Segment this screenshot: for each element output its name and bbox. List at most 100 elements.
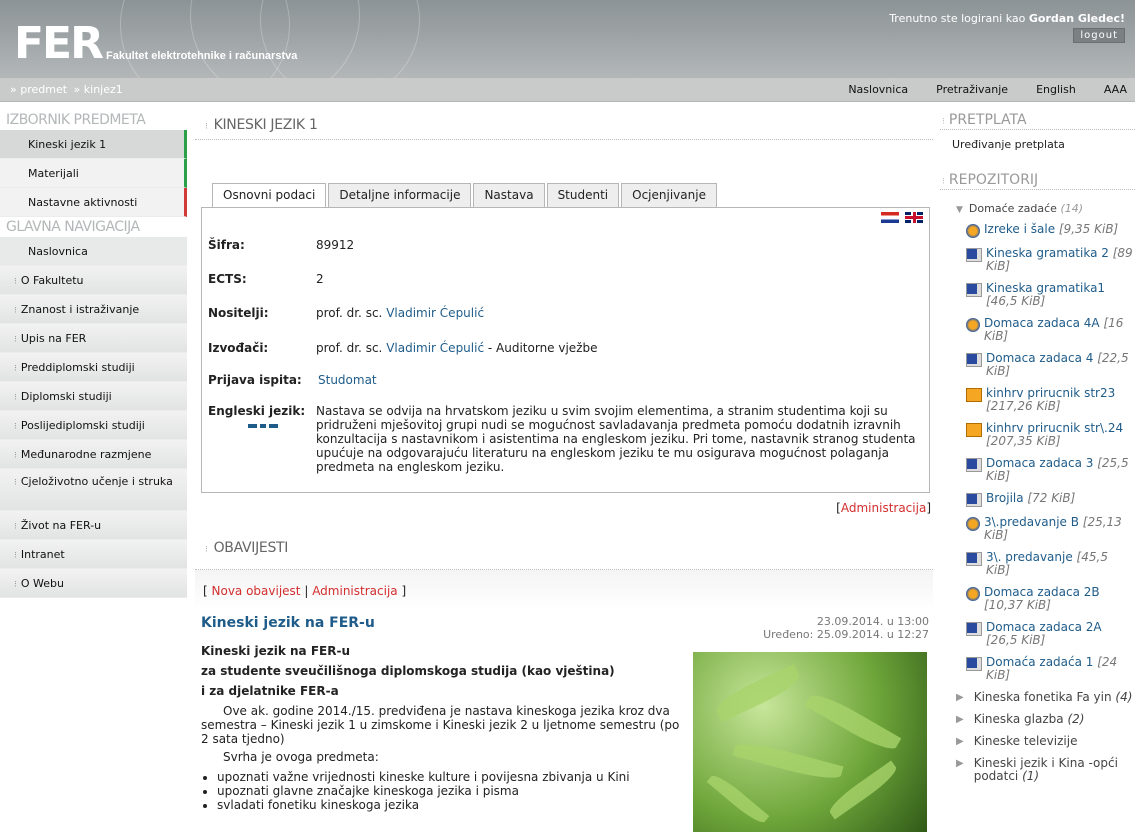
file-title: Domaca zadaca 2A xyxy=(986,620,1102,634)
nav-naslovnica[interactable]: Naslovnica xyxy=(848,83,908,96)
sidebar-item-naslovnica[interactable]: Naslovnica xyxy=(0,237,187,266)
file-title: kinhrv prirucnik str\.24 xyxy=(986,421,1124,435)
document-icon xyxy=(966,248,982,262)
file-name: kinhrv prirucnik str\.24 [207,35 KiB] xyxy=(986,422,1135,448)
repository-file[interactable]: Domaća zadaća 1 [24 KiB] xyxy=(966,656,1135,682)
sidebar-item-o-webu[interactable]: ⁝ O Webu xyxy=(0,569,187,598)
izvodac-role: - Auditorne vježbe xyxy=(487,341,598,355)
breadcrumb-item[interactable]: » kinjez1 xyxy=(74,83,123,96)
arrow-icon: ⁝ xyxy=(205,545,208,555)
sidebar-item-medunarodne[interactable]: ⁝ Međunarodne razmjene xyxy=(0,440,187,469)
document-icon xyxy=(966,458,982,472)
repository-file[interactable]: Izreke i šale [9,35 KiB] xyxy=(966,223,1135,238)
nav-font-size[interactable]: AAA xyxy=(1104,83,1127,96)
arrow-icon: ⁝ xyxy=(14,393,17,403)
file-title: Kineska gramatika1 xyxy=(986,281,1106,295)
repository-file[interactable]: kinhrv prirucnik str\.24 [207,35 KiB] xyxy=(966,422,1135,448)
repository-file[interactable]: Domaca zadaca 4A [16 KiB] xyxy=(966,317,1135,343)
tab-ocjenjivanje[interactable]: Ocjenjivanje xyxy=(621,183,717,209)
repository-file[interactable]: kinhrv prirucnik str23 [217,26 KiB] xyxy=(966,387,1135,413)
file-name: Domaća zadaća 1 [24 KiB] xyxy=(986,656,1135,682)
sifra-label: Šifra: xyxy=(208,238,245,252)
sidebar-item-o-fakultetu[interactable]: ⁝ O Fakultetu xyxy=(0,266,187,295)
tab-detaljne-informacije[interactable]: Detaljne informacije xyxy=(328,183,472,209)
list-item: upoznati glavne značajke kineskoga jezik… xyxy=(217,784,681,798)
sidebar-item-label: Međunarodne razmjene xyxy=(20,448,152,461)
sidebar-item-zivot[interactable]: ⁝ Život na FER-u xyxy=(0,511,187,540)
sidebar-item-diplomski[interactable]: ⁝ Diplomski studiji xyxy=(0,382,187,411)
folder-domace-zadace[interactable]: ▼ Domaće zadaće (14) xyxy=(956,202,1135,215)
uredivanje-pretplata-link[interactable]: Uređivanje pretplata xyxy=(940,130,1135,170)
file-name: Domaca zadaca 3 [25,5 KiB] xyxy=(986,457,1135,483)
repository-folder[interactable]: ▶ Kineske televizije xyxy=(956,735,1135,748)
uk-flag-icon[interactable] xyxy=(905,212,923,223)
repository-tree: ▼ Domaće zadaće (14) xyxy=(940,202,1135,215)
repository-file[interactable]: Domaca zadaca 3 [25,5 KiB] xyxy=(966,457,1135,483)
post-title[interactable]: Kineski jezik na FER-u xyxy=(201,615,375,631)
repository-file[interactable]: Kineska gramatika1 [46,5 KiB] xyxy=(966,282,1135,308)
triangle-right-icon: ▶ xyxy=(956,714,964,725)
sidebar-item-label: Intranet xyxy=(20,548,65,561)
croatian-flag-icon[interactable] xyxy=(881,212,900,223)
pretplata-heading: ⁝ PRETPLATA xyxy=(940,110,1135,130)
repository-file[interactable]: Kineska gramatika 2 [89 KiB] xyxy=(966,247,1135,273)
left-sidebar: IZBORNIK PREDMETA Kineski jezik 1 Materi… xyxy=(0,110,187,598)
sidebar-item-cjelozivotno[interactable]: ⁝ Cjeloživotno učenje i struka xyxy=(0,469,187,511)
arrow-icon: ⁝ xyxy=(14,551,17,561)
arrow-icon: ⁝ xyxy=(14,451,17,461)
repository-file[interactable]: Domaca zadaca 2B [10,37 KiB] xyxy=(966,586,1135,612)
tab-osnovni-podaci[interactable]: Osnovni podaci xyxy=(212,183,327,209)
file-name: 3\.predavanje B [25,13 KiB] xyxy=(984,516,1135,542)
file-name: Domaca zadaca 2A [26,5 KiB] xyxy=(986,621,1135,647)
fer-logo[interactable]: FER Fakultet elektrotehnike i računarstv… xyxy=(14,22,297,66)
sidebar-item-nastavne-aktivnosti[interactable]: Nastavne aktivnosti xyxy=(0,188,187,217)
breadcrumb-bar: » predmet » kinjez1 Naslovnica Pretraživ… xyxy=(0,78,1135,102)
repository-folder[interactable]: ▶ Kineska fonetika Fa yin (4) xyxy=(956,691,1135,704)
sifra-value: 89912 xyxy=(316,238,355,252)
sidebar-item-label: Znanost i istraživanje xyxy=(20,303,140,316)
repository-file[interactable]: Domaca zadaca 4 [22,5 KiB] xyxy=(966,352,1135,378)
repository-file[interactable]: 3\.predavanje B [25,13 KiB] xyxy=(966,516,1135,542)
obavijesti-title: OBAVIJESTI xyxy=(213,540,289,556)
engleski-label: Engleski jezik: xyxy=(208,404,306,418)
title-prefix: prof. dr. sc. xyxy=(316,306,383,320)
nav-pretrazivanje[interactable]: Pretraživanje xyxy=(936,83,1008,96)
document-icon xyxy=(966,493,982,507)
triangle-right-icon: ▶ xyxy=(956,736,964,747)
sidebar-item-poslijediplomski[interactable]: ⁝ Poslijediplomski studiji xyxy=(0,411,187,440)
logout-button[interactable]: logout xyxy=(1073,28,1125,43)
folder-count: (2) xyxy=(1067,712,1085,726)
tab-studenti[interactable]: Studenti xyxy=(546,183,620,209)
sidebar-item-kineski-jezik[interactable]: Kineski jezik 1 xyxy=(0,130,187,159)
izvodac-link[interactable]: Vladimir Ćepulić xyxy=(386,341,484,355)
sidebar-item-intranet[interactable]: ⁝ Intranet xyxy=(0,540,187,569)
breadcrumb-item[interactable]: » predmet xyxy=(10,83,67,96)
administracija-link[interactable]: Administracija xyxy=(841,501,926,515)
document-icon xyxy=(966,657,982,671)
repository-folder[interactable]: ▶ Kineska glazba (2) xyxy=(956,713,1135,726)
right-sidebar: ⁝ PRETPLATA Uređivanje pretplata ⁝ REPOZIT… xyxy=(940,110,1135,792)
repository-file[interactable]: Domaca zadaca 2A [26,5 KiB] xyxy=(966,621,1135,647)
user-name: Gordan Gledec! xyxy=(1028,12,1125,25)
repository-file[interactable]: 3\. predavanje [45,5 KiB] xyxy=(966,551,1135,577)
sidebar-item-znanost[interactable]: ⁝ Znanost i istraživanje xyxy=(0,295,187,324)
obavijesti-heading: ⁝ OBAVIJESTI xyxy=(195,533,933,563)
nositelj-link[interactable]: Vladimir Ćepulić xyxy=(386,306,484,320)
repository-file[interactable]: Brojila [72 KiB] xyxy=(966,492,1135,507)
file-title: Izreke i šale xyxy=(984,222,1059,236)
document-icon xyxy=(966,353,982,367)
sidebar-item-materijali[interactable]: Materijali xyxy=(0,159,187,188)
sidebar-item-upis[interactable]: ⁝ Upis na FER xyxy=(0,324,187,353)
nositelji-value: prof. dr. sc. Vladimir Ćepulić xyxy=(316,306,484,320)
nav-english[interactable]: English xyxy=(1036,83,1076,96)
sidebar-item-preddiplomski[interactable]: ⁝ Preddiplomski studiji xyxy=(0,353,187,382)
obavijesti-admin-link[interactable]: Administracija xyxy=(312,584,397,598)
repozitorij-heading: ⁝ REPOZITORIJ xyxy=(940,170,1135,190)
tab-nastava[interactable]: Nastava xyxy=(473,183,545,209)
nova-obavijest-link[interactable]: Nova obavijest xyxy=(212,584,301,598)
repository-folder[interactable]: ▶ Kineski jezik i Kina -opći podatci (1) xyxy=(956,757,1135,783)
studomat-link[interactable]: Studomat xyxy=(318,373,377,387)
arrow-icon: ⁝ xyxy=(14,364,17,374)
post-heading-3: i za djelatnike FER-a xyxy=(201,684,339,698)
sidebar-item-label: Poslijediplomski studiji xyxy=(20,419,145,432)
